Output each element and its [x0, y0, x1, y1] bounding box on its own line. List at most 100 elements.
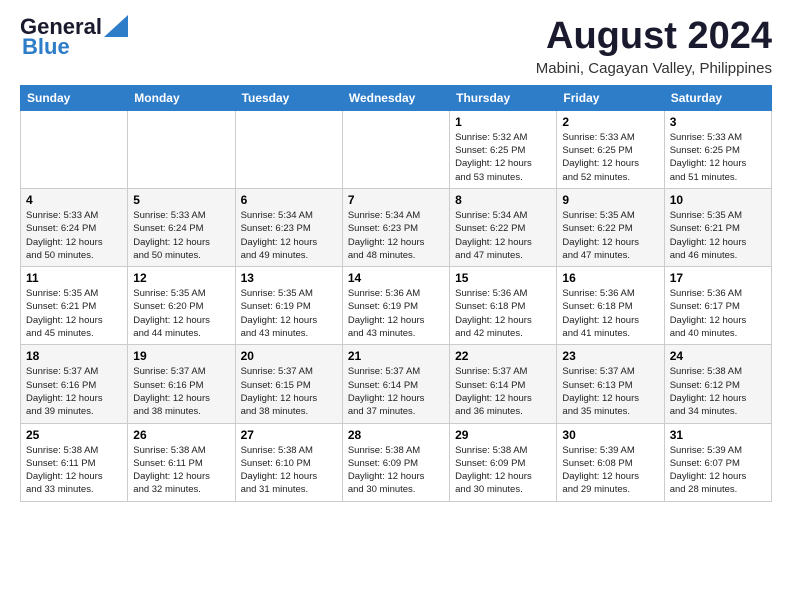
- cell-info: Sunrise: 5:33 AM Sunset: 6:25 PM Dayligh…: [670, 131, 766, 184]
- day-number: 15: [455, 271, 551, 285]
- cell-info: Sunrise: 5:36 AM Sunset: 6:19 PM Dayligh…: [348, 287, 444, 340]
- cell-info: Sunrise: 5:37 AM Sunset: 6:15 PM Dayligh…: [241, 365, 337, 418]
- cell-info: Sunrise: 5:39 AM Sunset: 6:08 PM Dayligh…: [562, 444, 658, 497]
- day-number: 19: [133, 349, 229, 363]
- day-number: 25: [26, 428, 122, 442]
- calendar-cell: 23Sunrise: 5:37 AM Sunset: 6:13 PM Dayli…: [557, 345, 664, 423]
- cell-info: Sunrise: 5:36 AM Sunset: 6:18 PM Dayligh…: [562, 287, 658, 340]
- calendar-cell: 16 Sunrise: 5:36 AM Sunset: 6:18 PM Dayli…: [557, 267, 664, 345]
- calendar-cell: [235, 110, 342, 188]
- day-number: 4: [26, 193, 122, 207]
- weekday-header-row: SundayMondayTuesdayWednesdayThursdayFrid…: [21, 85, 772, 110]
- cell-info: Sunrise: 5:38 AM Sunset: 6:11 PM Dayligh…: [133, 444, 229, 497]
- day-number: 24: [670, 349, 766, 363]
- day-number: 17: [670, 271, 766, 285]
- week-row-0: 1 Sunrise: 5:32 AM Sunset: 6:25 PM Daylig…: [21, 110, 772, 188]
- logo-blue: Blue: [22, 34, 70, 59]
- day-number: 11: [26, 271, 122, 285]
- calendar-cell: 3 Sunrise: 5:33 AM Sunset: 6:25 PM Daylig…: [664, 110, 771, 188]
- calendar-cell: 9 Sunrise: 5:35 AM Sunset: 6:22 PM Daylig…: [557, 188, 664, 266]
- day-number: 1: [455, 115, 551, 129]
- cell-info: Sunrise: 5:37 AM Sunset: 6:14 PM Dayligh…: [455, 365, 551, 418]
- day-number: 7: [348, 193, 444, 207]
- cell-info: Sunrise: 5:32 AM Sunset: 6:25 PM Dayligh…: [455, 131, 551, 184]
- calendar-cell: 29 Sunrise: 5:38 AM Sunset: 6:09 PM Dayli…: [450, 423, 557, 501]
- week-row-2: 11 Sunrise: 5:35 AM Sunset: 6:21 PM Dayli…: [21, 267, 772, 345]
- day-number: 12: [133, 271, 229, 285]
- calendar-cell: 2 Sunrise: 5:33 AM Sunset: 6:25 PM Daylig…: [557, 110, 664, 188]
- week-row-4: 25 Sunrise: 5:38 AM Sunset: 6:11 PM Dayli…: [21, 423, 772, 501]
- cell-info: Sunrise: 5:38 AM Sunset: 6:09 PM Dayligh…: [455, 444, 551, 497]
- day-number: 28: [348, 428, 444, 442]
- weekday-tuesday: Tuesday: [235, 85, 342, 110]
- calendar-cell: 22 Sunrise: 5:37 AM Sunset: 6:14 PM Dayli…: [450, 345, 557, 423]
- calendar-cell: 28 Sunrise: 5:38 AM Sunset: 6:09 PM Dayli…: [342, 423, 449, 501]
- weekday-friday: Friday: [557, 85, 664, 110]
- calendar-cell: [21, 110, 128, 188]
- weekday-sunday: Sunday: [21, 85, 128, 110]
- calendar-cell: 10 Sunrise: 5:35 AM Sunset: 6:21 PM Dayli…: [664, 188, 771, 266]
- cell-info: Sunrise: 5:33 AM Sunset: 6:25 PM Dayligh…: [562, 131, 658, 184]
- day-number: 18: [26, 349, 122, 363]
- day-number: 26: [133, 428, 229, 442]
- day-number: 10: [670, 193, 766, 207]
- cell-info: Sunrise: 5:35 AM Sunset: 6:19 PM Dayligh…: [241, 287, 337, 340]
- calendar-cell: 25 Sunrise: 5:38 AM Sunset: 6:11 PM Dayli…: [21, 423, 128, 501]
- day-number: 20: [241, 349, 337, 363]
- cell-info: Sunrise: 5:38 AM Sunset: 6:10 PM Dayligh…: [241, 444, 337, 497]
- calendar-cell: 26 Sunrise: 5:38 AM Sunset: 6:11 PM Dayli…: [128, 423, 235, 501]
- cell-info: Sunrise: 5:38 AM Sunset: 6:12 PM Dayligh…: [670, 365, 766, 418]
- calendar-cell: 12 Sunrise: 5:35 AM Sunset: 6:20 PM Dayli…: [128, 267, 235, 345]
- day-number: 6: [241, 193, 337, 207]
- calendar-cell: 7 Sunrise: 5:34 AM Sunset: 6:23 PM Daylig…: [342, 188, 449, 266]
- cell-info: Sunrise: 5:35 AM Sunset: 6:21 PM Dayligh…: [670, 209, 766, 262]
- calendar-cell: 1 Sunrise: 5:32 AM Sunset: 6:25 PM Daylig…: [450, 110, 557, 188]
- day-number: 29: [455, 428, 551, 442]
- calendar-cell: 31 Sunrise: 5:39 AM Sunset: 6:07 PM Dayli…: [664, 423, 771, 501]
- cell-info: Sunrise: 5:33 AM Sunset: 6:24 PM Dayligh…: [26, 209, 122, 262]
- calendar: SundayMondayTuesdayWednesdayThursdayFrid…: [20, 85, 772, 502]
- cell-info: Sunrise: 5:38 AM Sunset: 6:11 PM Dayligh…: [26, 444, 122, 497]
- cell-info: Sunrise: 5:33 AM Sunset: 6:24 PM Dayligh…: [133, 209, 229, 262]
- calendar-cell: 15 Sunrise: 5:36 AM Sunset: 6:18 PM Dayli…: [450, 267, 557, 345]
- day-number: 13: [241, 271, 337, 285]
- day-number: 21: [348, 349, 444, 363]
- day-number: 16: [562, 271, 658, 285]
- calendar-cell: 18 Sunrise: 5:37 AM Sunset: 6:16 PM Dayli…: [21, 345, 128, 423]
- calendar-cell: 11 Sunrise: 5:35 AM Sunset: 6:21 PM Dayli…: [21, 267, 128, 345]
- cell-info: Sunrise: 5:39 AM Sunset: 6:07 PM Dayligh…: [670, 444, 766, 497]
- day-number: 31: [670, 428, 766, 442]
- day-number: 5: [133, 193, 229, 207]
- month-title: August 2024: [536, 16, 772, 58]
- calendar-cell: 6 Sunrise: 5:34 AM Sunset: 6:23 PM Daylig…: [235, 188, 342, 266]
- calendar-cell: 4 Sunrise: 5:33 AM Sunset: 6:24 PM Daylig…: [21, 188, 128, 266]
- calendar-cell: 30 Sunrise: 5:39 AM Sunset: 6:08 PM Dayli…: [557, 423, 664, 501]
- day-number: 9: [562, 193, 658, 207]
- day-number: 3: [670, 115, 766, 129]
- cell-info: Sunrise: 5:35 AM Sunset: 6:22 PM Dayligh…: [562, 209, 658, 262]
- calendar-cell: 24 Sunrise: 5:38 AM Sunset: 6:12 PM Dayli…: [664, 345, 771, 423]
- day-number: 8: [455, 193, 551, 207]
- cell-info: Sunrise: 5:36 AM Sunset: 6:18 PM Dayligh…: [455, 287, 551, 340]
- cell-info: Sunrise: 5:37 AM Sunset: 6:14 PM Dayligh…: [348, 365, 444, 418]
- calendar-cell: [342, 110, 449, 188]
- cell-info: Sunrise: 5:35 AM Sunset: 6:20 PM Dayligh…: [133, 287, 229, 340]
- calendar-cell: 17Sunrise: 5:36 AM Sunset: 6:17 PM Dayli…: [664, 267, 771, 345]
- week-row-3: 18 Sunrise: 5:37 AM Sunset: 6:16 PM Dayli…: [21, 345, 772, 423]
- page-header: General Blue August 2024 Mabini, Cagayan…: [20, 16, 772, 77]
- day-number: 2: [562, 115, 658, 129]
- cell-info: Sunrise: 5:37 AM Sunset: 6:16 PM Dayligh…: [26, 365, 122, 418]
- weekday-thursday: Thursday: [450, 85, 557, 110]
- day-number: 30: [562, 428, 658, 442]
- calendar-cell: 21 Sunrise: 5:37 AM Sunset: 6:14 PM Dayli…: [342, 345, 449, 423]
- cell-info: Sunrise: 5:34 AM Sunset: 6:23 PM Dayligh…: [348, 209, 444, 262]
- cell-info: Sunrise: 5:37 AM Sunset: 6:13 PM Dayligh…: [562, 365, 658, 418]
- day-number: 22: [455, 349, 551, 363]
- calendar-cell: 8Sunrise: 5:34 AM Sunset: 6:22 PM Daylig…: [450, 188, 557, 266]
- calendar-cell: [128, 110, 235, 188]
- cell-info: Sunrise: 5:35 AM Sunset: 6:21 PM Dayligh…: [26, 287, 122, 340]
- cell-info: Sunrise: 5:34 AM Sunset: 6:23 PM Dayligh…: [241, 209, 337, 262]
- cell-info: Sunrise: 5:38 AM Sunset: 6:09 PM Dayligh…: [348, 444, 444, 497]
- weekday-saturday: Saturday: [664, 85, 771, 110]
- calendar-cell: 5 Sunrise: 5:33 AM Sunset: 6:24 PM Daylig…: [128, 188, 235, 266]
